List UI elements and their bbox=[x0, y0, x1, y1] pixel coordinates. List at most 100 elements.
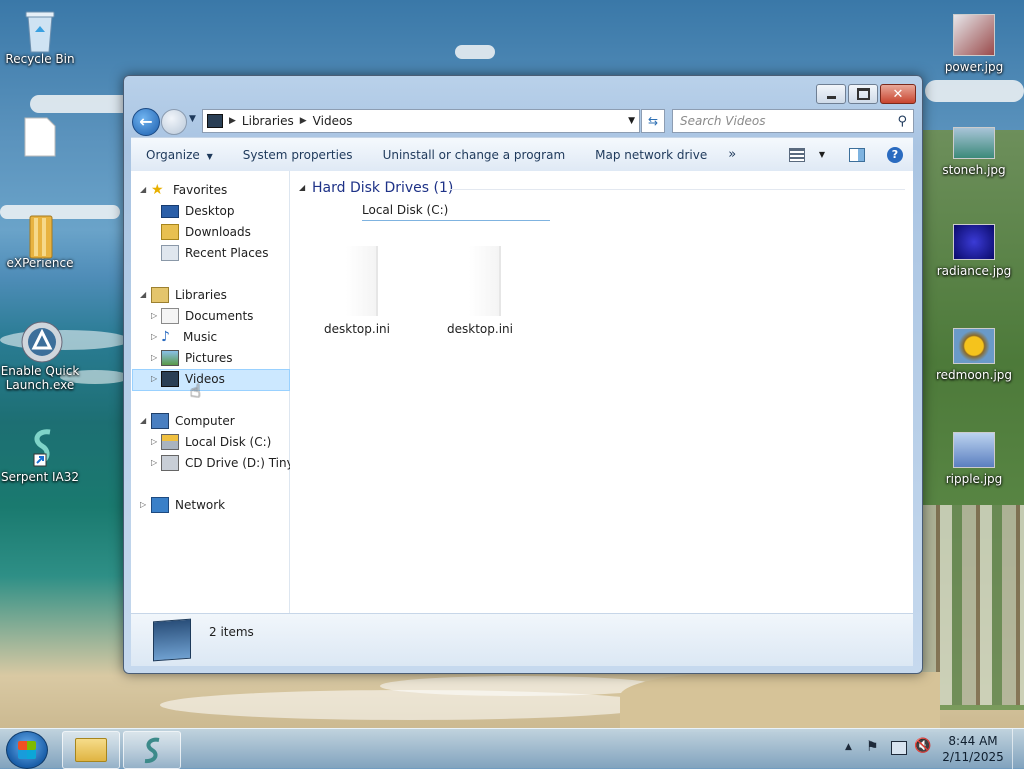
taskbar-explorer-button[interactable] bbox=[62, 731, 120, 769]
desktop-icon-recycle-bin[interactable]: Recycle Bin bbox=[0, 8, 80, 66]
search-box[interactable]: Search Videos ⚲ bbox=[672, 109, 914, 133]
preview-pane-button[interactable] bbox=[849, 147, 865, 162]
file-name: desktop.ini bbox=[447, 322, 513, 336]
music-icon: ♪ bbox=[161, 329, 170, 345]
close-button[interactable]: ✕ bbox=[880, 84, 916, 104]
blank-file-icon bbox=[20, 116, 60, 157]
nav-libraries[interactable]: Libraries bbox=[151, 285, 227, 305]
collapsed-arrow-icon[interactable]: ▷ bbox=[151, 353, 157, 362]
nav-recent-places[interactable]: Recent Places bbox=[161, 243, 268, 263]
collapsed-arrow-icon[interactable]: ▷ bbox=[151, 458, 157, 467]
cd-drive-icon bbox=[161, 455, 179, 471]
nav-local-disk[interactable]: Local Disk (C:) bbox=[161, 432, 271, 452]
desktop-icon-label: radiance.jpg bbox=[936, 264, 1012, 278]
collapsed-arrow-icon[interactable]: ▷ bbox=[151, 437, 157, 446]
nav-music-label: Music bbox=[183, 330, 218, 344]
refresh-button[interactable]: ⇆ bbox=[641, 109, 665, 133]
help-button[interactable]: ? bbox=[887, 146, 903, 163]
serpent-shortcut-icon bbox=[20, 426, 60, 467]
nav-local-disk-label: Local Disk (C:) bbox=[185, 435, 272, 449]
uninstall-program-button[interactable]: Uninstall or change a program bbox=[368, 148, 581, 162]
chevron-down-icon: ▼ bbox=[206, 151, 213, 161]
breadcrumb-videos[interactable]: Videos bbox=[313, 114, 353, 128]
image-file-icon bbox=[953, 432, 995, 468]
back-button[interactable]: ← bbox=[132, 108, 160, 136]
more-commands-button[interactable]: » bbox=[722, 147, 742, 162]
expanded-arrow-icon[interactable]: ◢ bbox=[140, 185, 146, 194]
nav-network[interactable]: Network bbox=[151, 495, 225, 515]
nav-recent-label: Recent Places bbox=[185, 246, 269, 260]
back-arrow-icon: ← bbox=[139, 112, 153, 131]
minimize-icon bbox=[826, 95, 836, 99]
address-dropdown-icon[interactable]: ▼ bbox=[628, 116, 635, 126]
nav-downloads[interactable]: Downloads bbox=[161, 222, 251, 242]
show-desktop-button[interactable] bbox=[1012, 729, 1024, 769]
system-properties-button[interactable]: System properties bbox=[228, 148, 368, 162]
search-icon[interactable]: ⚲ bbox=[897, 114, 907, 129]
command-bar: Organize ▼ System properties Uninstall o… bbox=[131, 137, 913, 172]
recycle-bin-icon bbox=[20, 8, 60, 53]
file-item[interactable]: desktop.ini bbox=[322, 246, 392, 336]
collapsed-arrow-icon[interactable]: ▷ bbox=[151, 311, 157, 320]
volume-muted-icon[interactable]: 🔇 bbox=[914, 738, 931, 754]
network-status-icon[interactable] bbox=[891, 741, 907, 755]
videos-library-large-icon bbox=[153, 618, 191, 662]
desktop-icon-power-jpg[interactable]: power.jpg bbox=[934, 14, 1014, 74]
computer-icon bbox=[151, 413, 169, 429]
group-header-line bbox=[450, 189, 905, 190]
nav-desktop[interactable]: Desktop bbox=[161, 201, 235, 221]
desktop-icon-label-line2: Launch.exe bbox=[5, 378, 75, 392]
star-icon: ★ bbox=[151, 182, 164, 198]
nav-computer[interactable]: Computer bbox=[151, 411, 235, 431]
recent-places-icon bbox=[161, 245, 179, 261]
breadcrumb-libraries[interactable]: Libraries bbox=[242, 114, 294, 128]
group-header-hard-disk-drives[interactable]: Hard Disk Drives (1) bbox=[312, 180, 453, 196]
recent-pages-chevron-icon[interactable]: ▼ bbox=[189, 114, 196, 124]
group-collapse-icon[interactable]: ◢ bbox=[299, 183, 305, 192]
show-hidden-icons-button[interactable]: ▲ bbox=[845, 742, 852, 752]
ini-file-icon bbox=[346, 246, 378, 316]
hand-cursor-icon: ☝ bbox=[190, 381, 201, 402]
address-bar[interactable]: ▶ Libraries ▶ Videos ▼ bbox=[202, 109, 640, 133]
collapsed-arrow-icon[interactable]: ▷ bbox=[151, 374, 157, 383]
local-disk-tile[interactable]: Local Disk (C:) bbox=[362, 203, 550, 221]
forward-button[interactable] bbox=[161, 109, 187, 135]
desktop-icon-stoneh-jpg[interactable]: stoneh.jpg bbox=[934, 122, 1014, 177]
videos-icon bbox=[161, 371, 179, 387]
desktop-icon-redmoon-jpg[interactable]: redmoon.jpg bbox=[934, 328, 1014, 382]
search-input[interactable]: Search Videos bbox=[680, 114, 765, 128]
desktop-icon-blank-file[interactable] bbox=[0, 116, 80, 160]
nav-pictures-label: Pictures bbox=[185, 351, 233, 365]
expanded-arrow-icon[interactable]: ◢ bbox=[140, 416, 146, 425]
start-button[interactable] bbox=[6, 731, 48, 769]
desktop-icon-radiance-jpg[interactable]: radiance.jpg bbox=[934, 224, 1014, 278]
desktop-icon-ripple-jpg[interactable]: ripple.jpg bbox=[934, 432, 1014, 486]
nav-pictures[interactable]: Pictures bbox=[161, 348, 233, 368]
nav-network-label: Network bbox=[175, 498, 226, 512]
minimize-button[interactable] bbox=[816, 84, 846, 104]
network-icon bbox=[151, 497, 169, 513]
desktop-icon-label: redmoon.jpg bbox=[935, 368, 1013, 382]
nav-documents[interactable]: Documents bbox=[161, 306, 253, 326]
change-view-button[interactable]: ▼ bbox=[788, 147, 825, 162]
organize-button[interactable]: Organize ▼ bbox=[131, 148, 228, 162]
desktop-icon-serpent[interactable]: Serpent IA32 bbox=[0, 426, 80, 484]
collapsed-arrow-icon[interactable]: ▷ bbox=[151, 332, 157, 341]
action-center-flag-icon[interactable]: ⚑ bbox=[866, 739, 879, 755]
nav-favorites[interactable]: ★ Favorites bbox=[151, 180, 227, 200]
file-item[interactable]: desktop.ini bbox=[445, 246, 515, 336]
desktop-icon-experience[interactable]: eXPerience bbox=[0, 212, 80, 270]
breadcrumb-separator-icon: ▶ bbox=[299, 116, 307, 126]
nav-downloads-label: Downloads bbox=[185, 225, 251, 239]
collapsed-arrow-icon[interactable]: ▷ bbox=[140, 500, 146, 509]
maximize-icon bbox=[856, 88, 870, 100]
desktop-icon-enable-quick-launch[interactable]: Enable Quick Launch.exe bbox=[0, 320, 80, 392]
maximize-button[interactable] bbox=[848, 84, 878, 104]
documents-icon bbox=[161, 308, 179, 324]
nav-music[interactable]: ♪ Music bbox=[161, 327, 217, 347]
taskbar-serpent-button[interactable] bbox=[123, 731, 181, 769]
clock[interactable]: 8:44 AM 2/11/2025 bbox=[940, 733, 1006, 765]
map-network-drive-button[interactable]: Map network drive bbox=[580, 148, 722, 162]
expanded-arrow-icon[interactable]: ◢ bbox=[140, 290, 146, 299]
chevron-down-icon: ▼ bbox=[818, 150, 825, 159]
